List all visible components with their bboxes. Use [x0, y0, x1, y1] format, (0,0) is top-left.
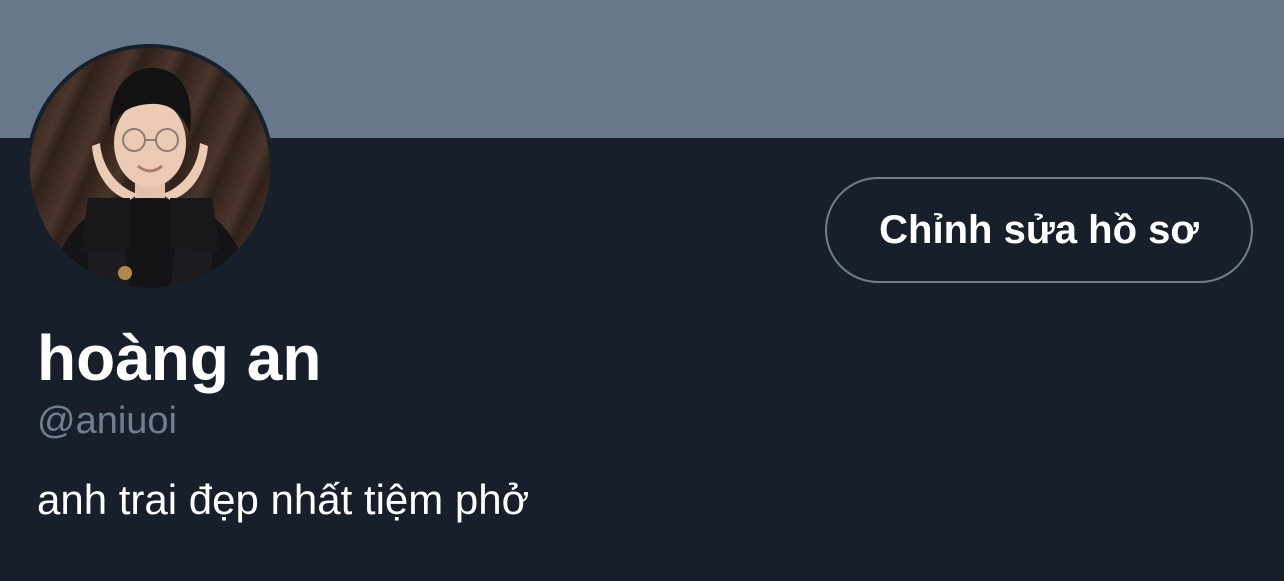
avatar-image — [30, 48, 270, 288]
display-name: hoàng an — [37, 322, 322, 394]
user-handle: @aniuoi — [37, 400, 177, 442]
edit-profile-button[interactable]: Chỉnh sửa hồ sơ — [825, 177, 1253, 283]
profile-bio: anh trai đẹp nhất tiệm phở — [37, 476, 530, 523]
avatar[interactable] — [26, 44, 274, 292]
avatar-photo-icon — [50, 68, 250, 288]
